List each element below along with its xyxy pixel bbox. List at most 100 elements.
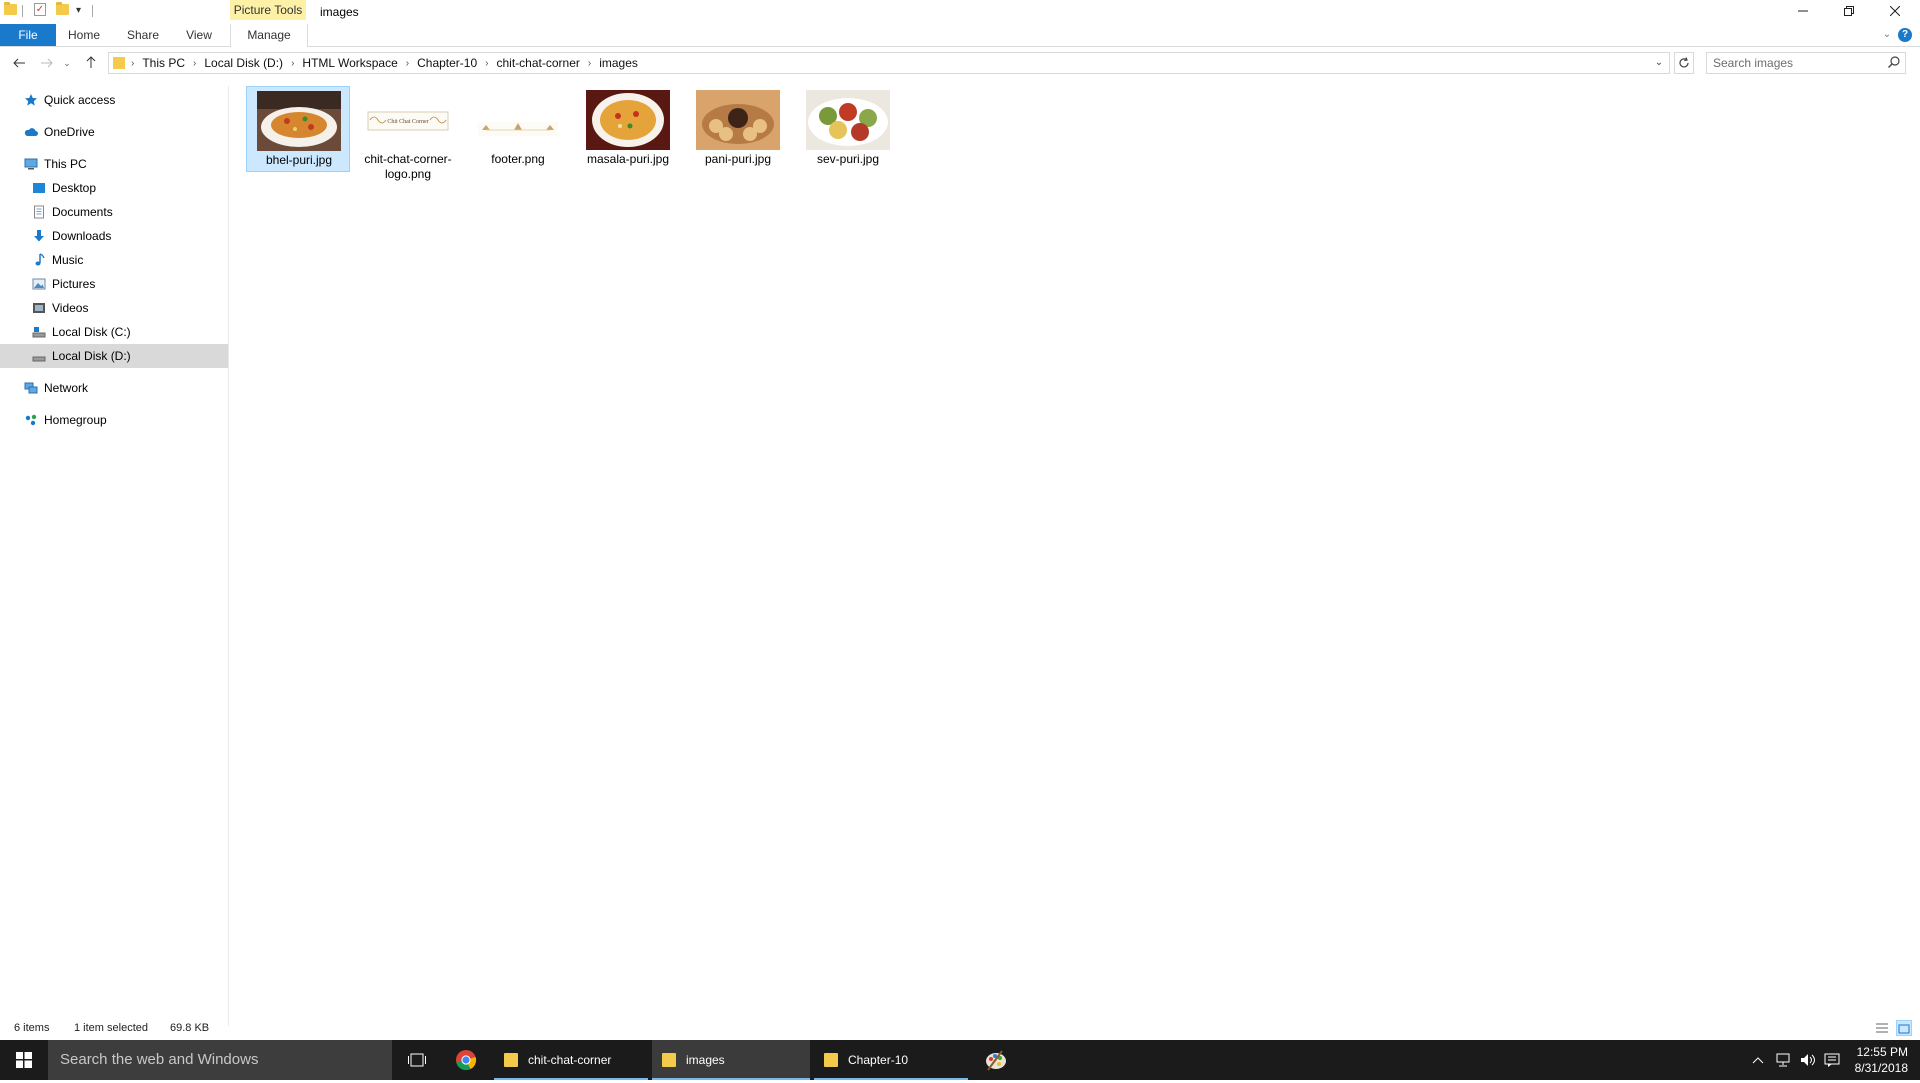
file-list: bhel-puri.jpg Chit Chat Corner chit-chat… xyxy=(232,86,1912,1016)
chevron-right-icon[interactable]: › xyxy=(129,58,136,69)
tab-home[interactable]: Home xyxy=(64,24,104,46)
nav-label: Quick access xyxy=(44,93,116,107)
tab-view[interactable]: View xyxy=(180,24,218,46)
minimize-icon xyxy=(1798,10,1808,12)
address-bar[interactable]: › This PC › Local Disk (D:) › HTML Works… xyxy=(108,52,1670,74)
windows-logo-icon xyxy=(16,1052,32,1068)
videos-icon xyxy=(33,303,45,313)
tab-share[interactable]: Share xyxy=(122,24,164,46)
crumb-html-workspace[interactable]: HTML Workspace xyxy=(296,56,403,70)
taskbar-app-label: Chapter-10 xyxy=(848,1053,909,1067)
taskbar-app-images[interactable]: images xyxy=(652,1040,810,1080)
search-icon[interactable] xyxy=(1887,55,1901,69)
logo-thumbnail-text: Chit Chat Corner xyxy=(387,119,428,125)
search-box[interactable] xyxy=(1706,52,1906,74)
start-button[interactable] xyxy=(0,1040,48,1080)
taskbar-app-label: images xyxy=(686,1053,725,1067)
star-icon xyxy=(25,94,37,106)
nav-quick-access[interactable]: Quick access xyxy=(0,88,228,112)
details-view-icon xyxy=(1876,1023,1888,1033)
chevron-right-icon[interactable]: › xyxy=(483,58,490,69)
chevron-right-icon[interactable]: › xyxy=(191,58,198,69)
file-name: chit-chat-corner-logo.png xyxy=(364,152,452,181)
desktop-icon xyxy=(33,183,45,193)
close-button[interactable] xyxy=(1872,0,1918,22)
file-name: footer.png xyxy=(491,152,545,166)
up-button[interactable] xyxy=(80,50,102,76)
network-tray-icon xyxy=(1776,1053,1790,1067)
properties-icon[interactable]: ✓ xyxy=(34,3,48,17)
nav-desktop[interactable]: Desktop xyxy=(0,176,228,200)
customize-toolbar-icon[interactable]: ▾ xyxy=(76,4,90,18)
back-button[interactable] xyxy=(8,50,30,76)
refresh-icon xyxy=(1679,57,1689,68)
nav-homegroup[interactable]: Homegroup xyxy=(0,408,228,432)
nav-music[interactable]: Music xyxy=(0,248,228,272)
taskbar-app-chapter-10[interactable]: Chapter-10 xyxy=(814,1040,968,1080)
network-icon xyxy=(24,382,38,394)
address-dropdown-icon[interactable]: ⌄ xyxy=(1649,53,1669,73)
action-center-button[interactable] xyxy=(1824,1040,1844,1080)
drive-icon xyxy=(32,356,46,362)
volume-tray-button[interactable] xyxy=(1800,1040,1820,1080)
file-item[interactable]: pani-puri.jpg xyxy=(686,86,790,172)
paint-taskbar-button[interactable] xyxy=(976,1040,1016,1080)
folder-icon xyxy=(504,1053,518,1067)
clock-time: 12:55 PM xyxy=(1856,1045,1908,1059)
folder-icon xyxy=(824,1053,838,1067)
nav-onedrive[interactable]: OneDrive xyxy=(0,120,228,144)
nav-label: Pictures xyxy=(52,277,96,291)
clock[interactable]: 12:55 PM 8/31/2018 xyxy=(1855,1044,1908,1076)
crumb-chapter-10[interactable]: Chapter-10 xyxy=(411,56,483,70)
minimize-button[interactable] xyxy=(1780,0,1826,22)
crumb-chit-chat-corner[interactable]: chit-chat-corner xyxy=(491,56,586,70)
nav-videos[interactable]: Videos xyxy=(0,296,228,320)
file-item[interactable]: footer.png xyxy=(466,86,570,172)
file-thumbnail xyxy=(478,122,558,136)
chevron-right-icon[interactable]: › xyxy=(289,58,296,69)
nav-network[interactable]: Network xyxy=(0,376,228,400)
file-item[interactable]: masala-puri.jpg xyxy=(576,86,680,172)
tab-manage[interactable]: Manage xyxy=(230,24,308,47)
taskbar: Search the web and Windows chit-chat-cor… xyxy=(0,1040,1920,1080)
cloud-icon xyxy=(24,128,38,136)
nav-documents[interactable]: Documents xyxy=(0,200,228,224)
search-input[interactable] xyxy=(1713,54,1873,72)
refresh-button[interactable] xyxy=(1674,52,1694,74)
restore-button[interactable] xyxy=(1826,0,1872,22)
chevron-right-icon[interactable]: › xyxy=(404,58,411,69)
documents-icon xyxy=(34,205,44,219)
selection-size: 69.8 KB xyxy=(170,1022,210,1034)
nav-downloads[interactable]: Downloads xyxy=(0,224,228,248)
taskbar-search-box[interactable]: Search the web and Windows xyxy=(48,1040,392,1080)
expand-ribbon-icon[interactable]: ⌄ xyxy=(1880,24,1894,46)
details-view-button[interactable] xyxy=(1874,1020,1890,1036)
drive-icon xyxy=(32,327,46,338)
nav-local-disk-d[interactable]: Local Disk (D:) xyxy=(0,344,228,368)
forward-button[interactable] xyxy=(36,50,58,76)
chrome-taskbar-button[interactable] xyxy=(446,1040,486,1080)
task-view-button[interactable] xyxy=(400,1040,432,1080)
crumb-this-pc[interactable]: This PC xyxy=(136,56,191,70)
large-icons-view-button[interactable] xyxy=(1896,1020,1912,1036)
ribbon-tabs: File Home Share View Manage ⌄ ? xyxy=(0,24,1920,47)
new-folder-icon[interactable] xyxy=(56,2,70,18)
nav-label: Local Disk (C:) xyxy=(52,325,131,339)
crumb-images[interactable]: images xyxy=(593,56,644,70)
file-item[interactable]: Chit Chat Corner chit-chat-corner-logo.p… xyxy=(356,86,460,181)
nav-this-pc[interactable]: This PC xyxy=(0,152,228,176)
recent-locations-icon[interactable]: ⌄ xyxy=(60,50,74,76)
volume-icon xyxy=(1801,1054,1815,1066)
network-tray-button[interactable] xyxy=(1776,1040,1796,1080)
tab-file[interactable]: File xyxy=(0,24,56,46)
address-row: ⌄ › This PC › Local Disk (D:) › HTML Wor… xyxy=(0,50,1920,76)
chevron-right-icon[interactable]: › xyxy=(586,58,593,69)
show-hidden-icons-button[interactable] xyxy=(1752,1040,1770,1080)
file-item[interactable]: sev-puri.jpg xyxy=(796,86,900,172)
crumb-local-disk-d[interactable]: Local Disk (D:) xyxy=(198,56,289,70)
nav-pictures[interactable]: Pictures xyxy=(0,272,228,296)
file-item[interactable]: bhel-puri.jpg xyxy=(246,86,350,172)
nav-local-disk-c[interactable]: Local Disk (C:) xyxy=(0,320,228,344)
taskbar-app-chit-chat-corner[interactable]: chit-chat-corner xyxy=(494,1040,648,1080)
help-icon[interactable]: ? xyxy=(1898,28,1912,42)
